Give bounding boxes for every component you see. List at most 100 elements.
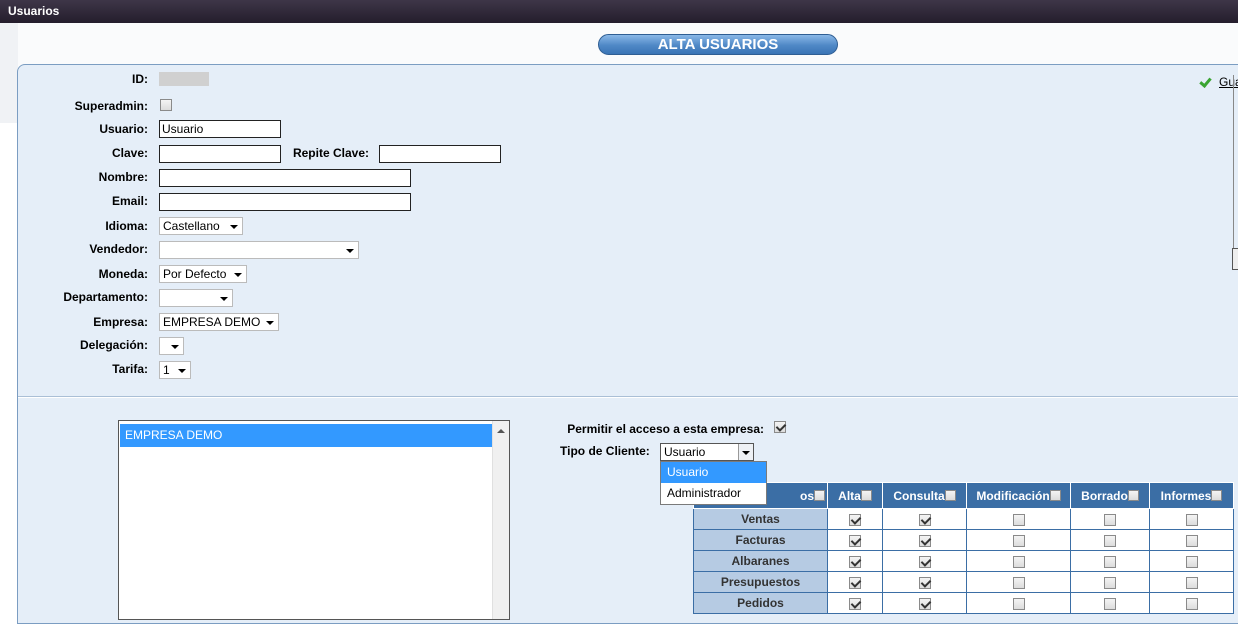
column-header-label: Informes: [1160, 488, 1212, 503]
permission-checkbox[interactable]: [918, 534, 931, 547]
permission-checkbox[interactable]: [1104, 534, 1116, 547]
permission-checkbox[interactable]: [1185, 597, 1198, 610]
permission-checkbox[interactable]: [849, 555, 861, 568]
permission-checkbox[interactable]: [1185, 576, 1198, 589]
permission-cell: [827, 529, 883, 551]
permission-checkbox[interactable]: [849, 597, 861, 610]
vendedor-select[interactable]: [159, 241, 359, 259]
permission-checkbox[interactable]: [1104, 576, 1116, 589]
permission-cell: [1070, 529, 1150, 551]
window-titlebar: Usuarios: [0, 0, 1238, 23]
table-row: Facturas: [693, 529, 1234, 551]
column-header-label: Alta: [838, 488, 861, 503]
empresas-listbox[interactable]: EMPRESA DEMO: [118, 420, 510, 620]
row-header: Facturas: [693, 529, 828, 551]
select-all-checkbox[interactable]: [944, 489, 956, 501]
select-all-checkbox[interactable]: [1211, 489, 1223, 501]
list-item[interactable]: EMPRESA DEMO: [120, 424, 492, 447]
permitir-acceso-checkbox[interactable]: [774, 421, 786, 433]
permission-checkbox[interactable]: [1185, 534, 1198, 547]
permission-checkbox[interactable]: [1012, 576, 1025, 589]
delegacion-select[interactable]: [159, 337, 184, 355]
permission-cell: [882, 529, 967, 551]
permission-cell: [1070, 550, 1150, 572]
dropdown-button[interactable]: [738, 444, 753, 460]
tipo-cliente-select-value: Usuario: [664, 445, 706, 459]
permission-cell: [1149, 571, 1234, 593]
idioma-select[interactable]: Castellano: [159, 217, 243, 235]
column-header-label: Modificación: [976, 488, 1050, 503]
permission-checkbox[interactable]: [918, 576, 931, 589]
tarifa-label: Tarifa:: [112, 362, 148, 376]
row-header: Ventas: [693, 508, 828, 530]
tipo-cliente-dropdown[interactable]: Usuario Administrador: [660, 461, 767, 505]
permission-checkbox[interactable]: [849, 534, 861, 547]
permission-cell: [966, 529, 1071, 551]
right-panel-edge: [1233, 75, 1234, 270]
permission-checkbox[interactable]: [1012, 513, 1025, 526]
window-title: Usuarios: [8, 4, 60, 18]
permission-checkbox[interactable]: [849, 576, 861, 589]
permission-cell: [966, 571, 1071, 593]
nombre-label: Nombre:: [98, 170, 148, 184]
column-header-modificacion: Modificación: [966, 482, 1071, 509]
permission-checkbox[interactable]: [918, 513, 931, 526]
repite-clave-input[interactable]: [379, 145, 501, 163]
select-all-checkbox[interactable]: [814, 489, 825, 501]
table-header-row: os Alta Consulta Modificación Borrado In…: [693, 482, 1234, 509]
chevron-down-icon: [234, 273, 242, 277]
idioma-select-value: Castellano: [163, 219, 220, 233]
permission-cell: [882, 550, 967, 572]
id-value: [159, 72, 209, 86]
delegacion-label: Delegación:: [79, 338, 148, 352]
row-header: Pedidos: [693, 592, 828, 614]
nombre-input[interactable]: [159, 169, 411, 187]
empresa-select[interactable]: EMPRESA DEMO: [159, 313, 279, 331]
table-row: Albaranes: [693, 550, 1234, 572]
empresa-select-value: EMPRESA DEMO: [163, 315, 261, 329]
chevron-down-icon: [742, 451, 750, 455]
permission-checkbox[interactable]: [1185, 513, 1198, 526]
superadmin-checkbox[interactable]: [160, 99, 172, 111]
permission-checkbox[interactable]: [1104, 513, 1116, 526]
clave-input[interactable]: [159, 145, 281, 163]
scroll-up-icon[interactable]: [497, 429, 505, 433]
permission-checkbox[interactable]: [1012, 534, 1025, 547]
permission-checkbox[interactable]: [1104, 555, 1116, 568]
permission-cell: [1070, 592, 1150, 614]
column-header-alta: Alta: [827, 482, 883, 509]
row-header: Albaranes: [693, 550, 828, 572]
dropdown-option-usuario[interactable]: Usuario: [661, 462, 766, 483]
permission-checkbox[interactable]: [918, 597, 931, 610]
permissions-table: os Alta Consulta Modificación Borrado In…: [693, 482, 1234, 614]
page-title: ALTA USUARIOS: [598, 34, 838, 55]
moneda-select[interactable]: Por Defecto: [159, 265, 247, 283]
permission-checkbox[interactable]: [918, 555, 931, 568]
permission-checkbox[interactable]: [1104, 597, 1116, 610]
permission-checkbox[interactable]: [1012, 597, 1025, 610]
column-header-label: Borrado: [1081, 488, 1128, 503]
permission-checkbox[interactable]: [849, 513, 861, 526]
permission-cell: [966, 550, 1071, 572]
dropdown-option-administrador[interactable]: Administrador: [661, 483, 766, 504]
select-all-checkbox[interactable]: [1049, 489, 1061, 501]
select-all-checkbox[interactable]: [860, 489, 872, 501]
permission-cell: [1149, 592, 1234, 614]
select-all-checkbox[interactable]: [1127, 489, 1139, 501]
vendedor-label: Vendedor:: [89, 242, 148, 256]
right-panel-button[interactable]: [1232, 248, 1238, 270]
chevron-down-icon: [171, 345, 179, 349]
permission-checkbox[interactable]: [1185, 555, 1198, 568]
permission-checkbox[interactable]: [1012, 555, 1025, 568]
header-left-shade: [0, 23, 18, 123]
moneda-select-value: Por Defecto: [163, 267, 227, 281]
usuario-label: Usuario:: [99, 122, 148, 136]
empresa-label: Empresa:: [93, 315, 148, 329]
usuario-input[interactable]: [159, 120, 281, 138]
tarifa-select[interactable]: 1: [159, 361, 191, 379]
permission-cell: [827, 592, 883, 614]
tipo-cliente-select[interactable]: Usuario: [660, 443, 754, 461]
email-input[interactable]: [159, 193, 411, 211]
listbox-scrollbar[interactable]: [492, 421, 509, 619]
departamento-select[interactable]: [159, 289, 233, 307]
